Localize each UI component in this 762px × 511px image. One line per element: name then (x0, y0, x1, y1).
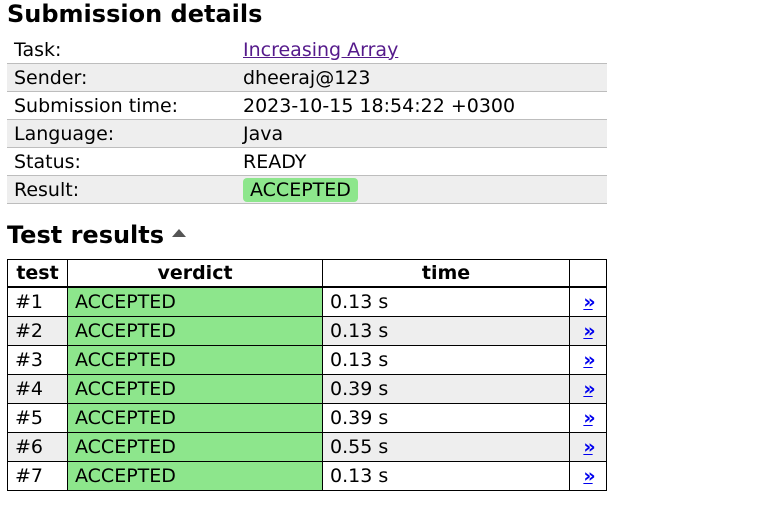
result-value: ACCEPTED (236, 175, 607, 204)
view-test-cell: » (569, 403, 607, 433)
time-cell: 0.13 s (322, 461, 570, 491)
verdict-cell: ACCEPTED (67, 374, 323, 404)
view-test-link[interactable]: » (583, 291, 595, 313)
details-row-submission-time: Submission time: 2023-10-15 18:54:22 +03… (7, 91, 607, 120)
sort-up-icon[interactable] (172, 229, 187, 237)
details-row-status: Status: READY (7, 147, 607, 176)
view-test-link[interactable]: » (583, 349, 595, 371)
table-row: #7 ACCEPTED 0.13 s » (7, 461, 607, 491)
verdict-cell: ACCEPTED (67, 461, 323, 491)
column-header-link (569, 259, 607, 288)
view-test-cell: » (569, 432, 607, 462)
table-row: #3 ACCEPTED 0.13 s » (7, 345, 607, 375)
column-header-test: test (7, 259, 68, 288)
verdict-cell: ACCEPTED (67, 345, 323, 375)
submission-details-heading: Submission details (7, 0, 263, 28)
time-cell: 0.39 s (322, 374, 570, 404)
result-badge: ACCEPTED (243, 177, 358, 202)
time-cell: 0.13 s (322, 286, 570, 317)
test-number: #4 (7, 374, 68, 404)
table-row: #4 ACCEPTED 0.39 s » (7, 374, 607, 404)
task-link[interactable]: Increasing Array (243, 39, 398, 61)
time-cell: 0.39 s (322, 403, 570, 433)
test-number: #7 (7, 461, 68, 491)
test-number: #3 (7, 345, 68, 375)
test-number: #6 (7, 432, 68, 462)
status-label: Status: (7, 147, 236, 176)
submission-time-label: Submission time: (7, 91, 236, 120)
test-number: #2 (7, 316, 68, 346)
test-number: #5 (7, 403, 68, 433)
details-row-task: Task: Increasing Array (7, 36, 607, 64)
verdict-cell: ACCEPTED (67, 432, 323, 462)
view-test-link[interactable]: » (583, 407, 595, 429)
view-test-cell: » (569, 316, 607, 346)
view-test-cell: » (569, 286, 607, 317)
column-header-time: time (322, 259, 570, 288)
view-test-cell: » (569, 461, 607, 491)
result-label: Result: (7, 175, 236, 204)
details-row-sender: Sender: dheeraj@123 (7, 63, 607, 92)
time-cell: 0.55 s (322, 432, 570, 462)
time-cell: 0.13 s (322, 345, 570, 375)
submission-time-value: 2023-10-15 18:54:22 +0300 (236, 91, 607, 120)
details-row-language: Language: Java (7, 119, 607, 148)
view-test-link[interactable]: » (583, 465, 595, 487)
table-row: #1 ACCEPTED 0.13 s » (7, 286, 607, 317)
view-test-link[interactable]: » (583, 436, 595, 458)
view-test-cell: » (569, 345, 607, 375)
test-number: #1 (7, 286, 68, 317)
test-results-table: test verdict time #1 ACCEPTED 0.13 s » #… (7, 259, 607, 491)
page: Submission details Task: Increasing Arra… (0, 0, 762, 511)
sender-label: Sender: (7, 63, 236, 92)
column-header-verdict: verdict (67, 259, 323, 288)
view-test-link[interactable]: » (583, 378, 595, 400)
verdict-cell: ACCEPTED (67, 286, 323, 317)
verdict-cell: ACCEPTED (67, 403, 323, 433)
table-row: #2 ACCEPTED 0.13 s » (7, 316, 607, 346)
view-test-cell: » (569, 374, 607, 404)
language-value: Java (236, 119, 607, 148)
test-results-title: Test results (7, 221, 165, 249)
results-header-row: test verdict time (7, 259, 607, 288)
table-row: #5 ACCEPTED 0.39 s » (7, 403, 607, 433)
task-label: Task: (7, 36, 236, 64)
task-value: Increasing Array (236, 36, 607, 64)
table-row: #6 ACCEPTED 0.55 s » (7, 432, 607, 462)
verdict-cell: ACCEPTED (67, 316, 323, 346)
sender-value: dheeraj@123 (236, 63, 607, 92)
time-cell: 0.13 s (322, 316, 570, 346)
details-row-result: Result: ACCEPTED (7, 175, 607, 204)
language-label: Language: (7, 119, 236, 148)
submission-details-table: Task: Increasing Array Sender: dheeraj@1… (7, 36, 607, 204)
view-test-link[interactable]: » (583, 320, 595, 342)
status-value: READY (236, 147, 607, 176)
test-results-heading: Test results (7, 221, 187, 249)
